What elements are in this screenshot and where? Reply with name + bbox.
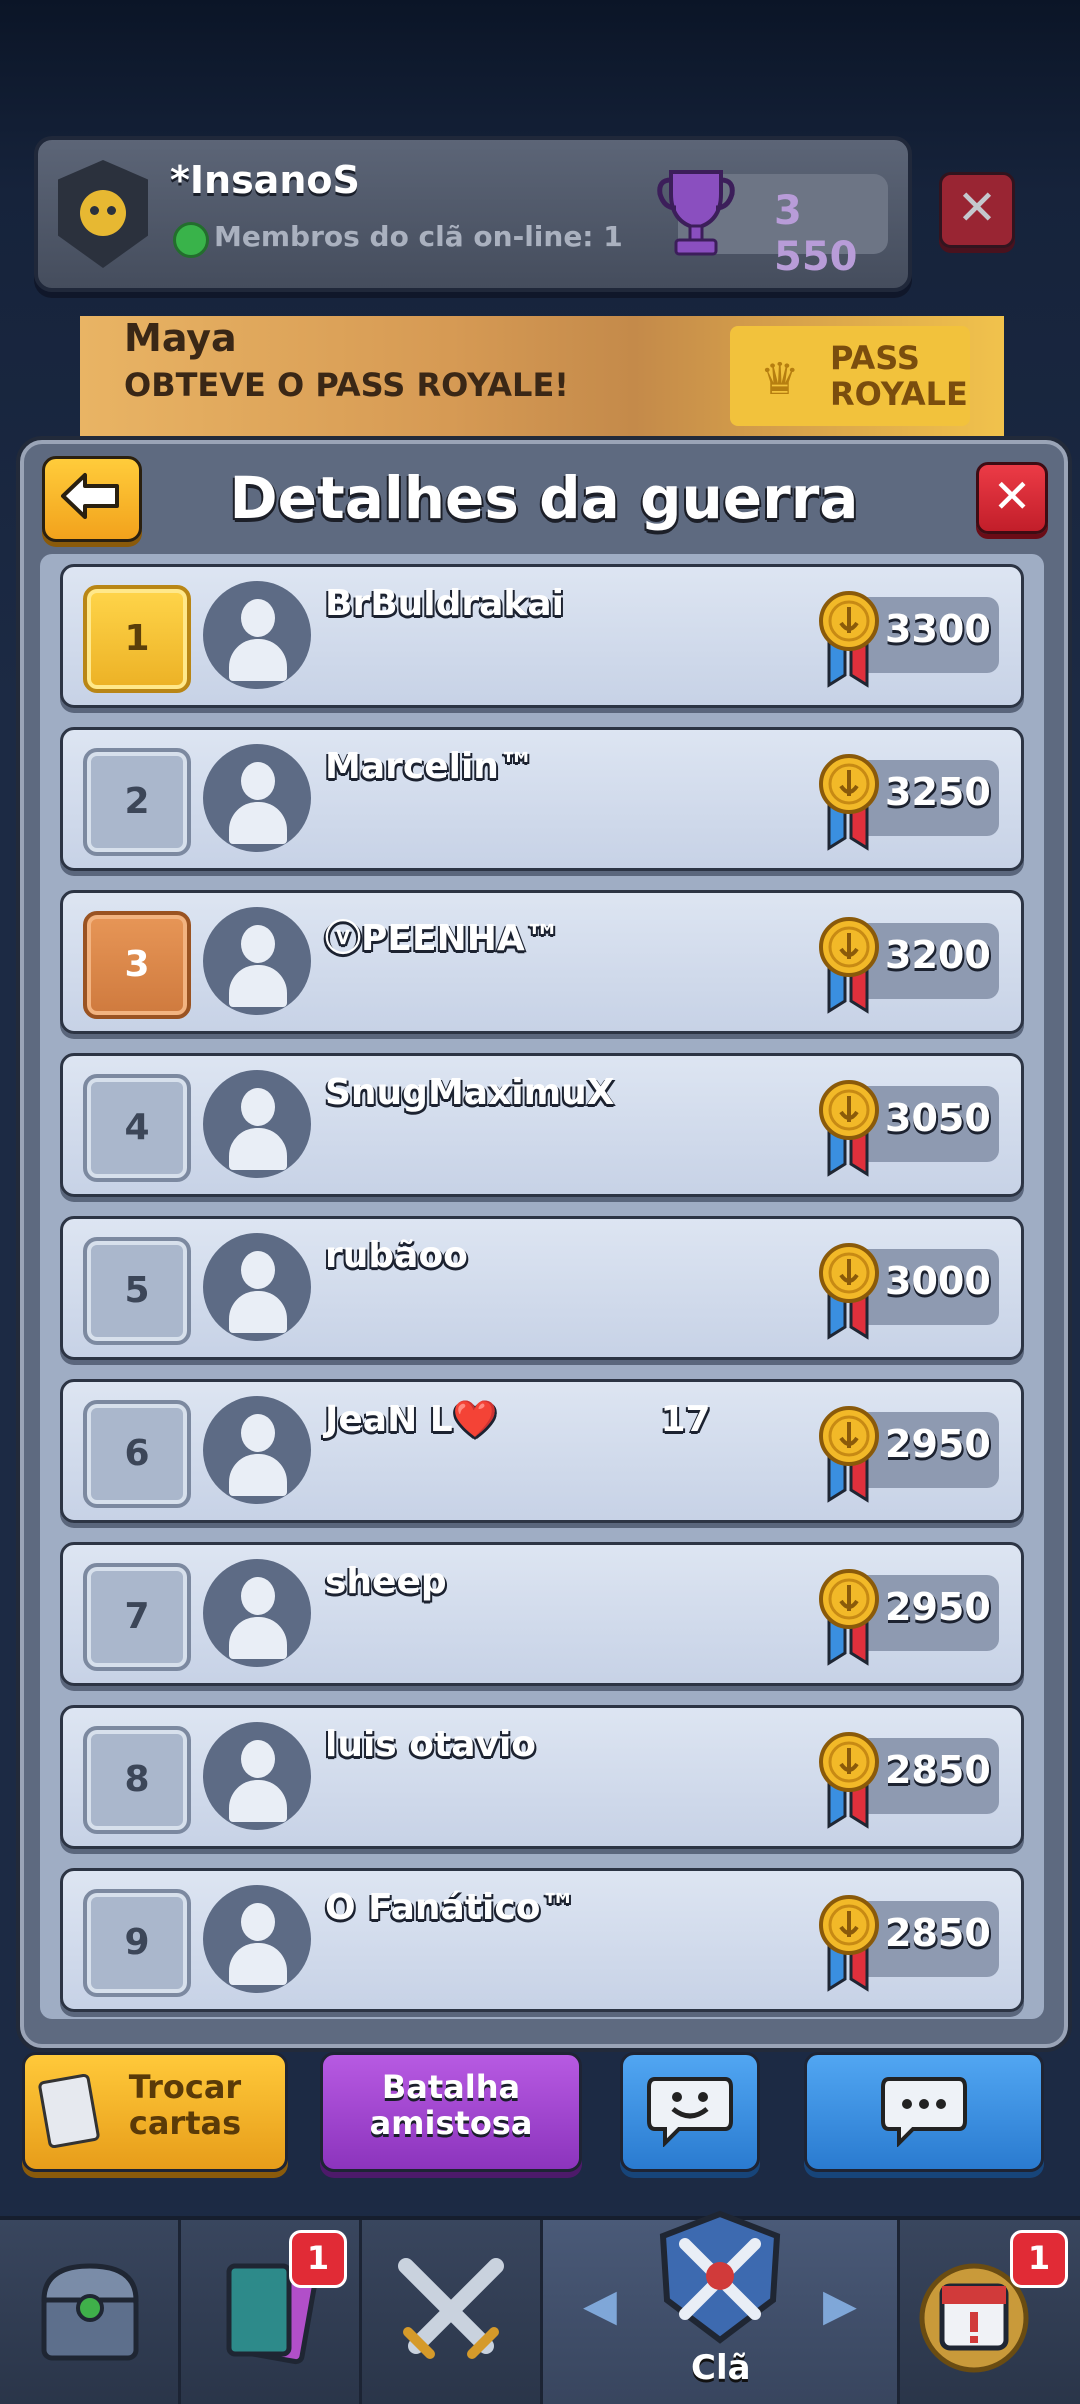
player-row[interactable]: 8 luis otavio 2850 (60, 1705, 1024, 1849)
nav-clan[interactable]: ◀ Clã ▶ (543, 2210, 897, 2404)
nav-left-arrow-icon[interactable]: ◀ (583, 2280, 617, 2331)
player-row[interactable]: 9 O Fanático™ 2850 (60, 1868, 1024, 2012)
player-row[interactable]: 4 SnugMaximuX 3050 (60, 1053, 1024, 1197)
friendly-battle-button[interactable]: Batalha amistosa (320, 2052, 582, 2172)
player-score: 3200 (885, 933, 991, 977)
player-score: 2950 (885, 1422, 991, 1466)
rank-badge: 6 (83, 1400, 191, 1508)
medal-icon (819, 591, 879, 688)
avatar (203, 1885, 311, 1993)
nav-cards[interactable]: 1 (181, 2220, 359, 2404)
player-score: 3300 (885, 607, 991, 651)
player-name: O Fanático™ (325, 1887, 577, 1928)
events-notification-badge: 1 (1010, 2230, 1068, 2288)
clan-header[interactable]: *InsanoS Membros do clã on-line: 1 3 550 (34, 136, 912, 292)
rank-badge: 5 (83, 1237, 191, 1345)
crown-icon: ♛ (760, 354, 800, 405)
nav-battle[interactable] (362, 2220, 540, 2404)
chat-bubble-icon (881, 2077, 967, 2147)
player-name: BrBuldrakai (325, 583, 564, 624)
close-modal-button[interactable]: ✕ (976, 462, 1048, 534)
trade-cards-label: Trocar cartas (128, 2068, 242, 2142)
online-members-text: Membros do clã on-line: 1 (214, 220, 623, 253)
player-name: rubãoo (325, 1235, 468, 1276)
rank-badge: 3 (83, 911, 191, 1019)
player-name: Marcelin™ (325, 746, 535, 787)
player-score: 3250 (885, 770, 991, 814)
nav-clan-label: Clã (691, 2348, 751, 2388)
rank-badge: 8 (83, 1726, 191, 1834)
avatar (203, 1722, 311, 1830)
player-row[interactable]: 6 JeaN L❤️ 17 2950 (60, 1379, 1024, 1523)
medal-icon (819, 1243, 879, 1340)
avatar (203, 581, 311, 689)
nav-right-arrow-icon[interactable]: ▶ (823, 2280, 857, 2331)
player-name: JeaN L❤️ 17 (325, 1399, 711, 1440)
rank-badge: 4 (83, 1074, 191, 1182)
clan-shield-icon (659, 2210, 781, 2344)
medal-icon (819, 1732, 879, 1829)
medal-icon (819, 754, 879, 851)
player-score: 2850 (885, 1748, 991, 1792)
player-name: SnugMaximuX (325, 1072, 615, 1113)
rank-badge: 2 (83, 748, 191, 856)
player-list[interactable]: 1 BrBuldrakai 3300 2 Marcelin™ 3250 3 ⓥPEENHA™ 3… (40, 554, 1044, 2019)
smiley-chat-icon (647, 2077, 733, 2147)
clan-badge-icon (58, 160, 148, 268)
emote-button[interactable] (620, 2052, 760, 2172)
avatar (203, 1233, 311, 1341)
rank-badge: 7 (83, 1563, 191, 1671)
player-row[interactable]: 1 BrBuldrakai 3300 (60, 564, 1024, 708)
banner-message: OBTEVE O PASS ROYALE! (124, 366, 569, 404)
trade-cards-button[interactable]: Trocar cartas (22, 2052, 288, 2172)
war-details-modal: Detalhes da guerra ✕ 1 BrBuldrakai 3300 2 Ma… (20, 440, 1068, 2048)
cards-notification-badge: 1 (289, 2230, 347, 2288)
trophy-icon (657, 170, 735, 256)
avatar (203, 1559, 311, 1667)
player-score: 2850 (885, 1911, 991, 1955)
player-score: 3050 (885, 1096, 991, 1140)
pass-royale-banner: Maya OBTEVE O PASS ROYALE! ♛ PASS ROYALE (80, 316, 1004, 440)
player-row[interactable]: 5 rubãoo 3000 (60, 1216, 1024, 1360)
clan-name: *InsanoS (170, 158, 360, 202)
player-name: sheep (325, 1561, 447, 1602)
crossed-swords-icon (398, 2258, 504, 2359)
banner-player-name: Maya (124, 316, 237, 360)
bottom-navigation: 1 ◀ Clã ▶ 1 (0, 2210, 1080, 2404)
player-name: ⓥPEENHA™ (325, 918, 561, 959)
rank-badge: 1 (83, 585, 191, 693)
player-row[interactable]: 7 sheep 2950 (60, 1542, 1024, 1686)
clan-trophies-value: 3 550 (774, 188, 858, 280)
nav-events[interactable]: 1 (900, 2220, 1080, 2404)
pass-royale-badge: ♛ PASS ROYALE (730, 326, 970, 426)
medal-icon (819, 1895, 879, 1992)
modal-title: Detalhes da guerra (229, 464, 859, 532)
player-name: luis otavio (325, 1724, 537, 1765)
clan-trophies: 3 550 (657, 170, 888, 280)
close-clan-button[interactable]: ✕ (939, 172, 1015, 248)
online-indicator-icon (173, 222, 209, 258)
chat-button[interactable] (804, 2052, 1044, 2172)
treasure-chest-icon (41, 2263, 139, 2361)
avatar (203, 1396, 311, 1504)
player-score: 2950 (885, 1585, 991, 1629)
medal-icon (819, 1080, 879, 1177)
nav-shop[interactable] (0, 2220, 178, 2404)
medal-icon (819, 1406, 879, 1503)
avatar (203, 907, 311, 1015)
rank-badge: 9 (83, 1889, 191, 1997)
medal-icon (819, 917, 879, 1014)
pass-royale-label: PASS ROYALE (830, 339, 968, 413)
friendly-battle-label: Batalha amistosa (369, 2068, 533, 2142)
player-row[interactable]: 2 Marcelin™ 3250 (60, 727, 1024, 871)
player-score: 3000 (885, 1259, 991, 1303)
avatar (203, 1070, 311, 1178)
player-row[interactable]: 3 ⓥPEENHA™ 3200 (60, 890, 1024, 1034)
medal-icon (819, 1569, 879, 1666)
avatar (203, 744, 311, 852)
